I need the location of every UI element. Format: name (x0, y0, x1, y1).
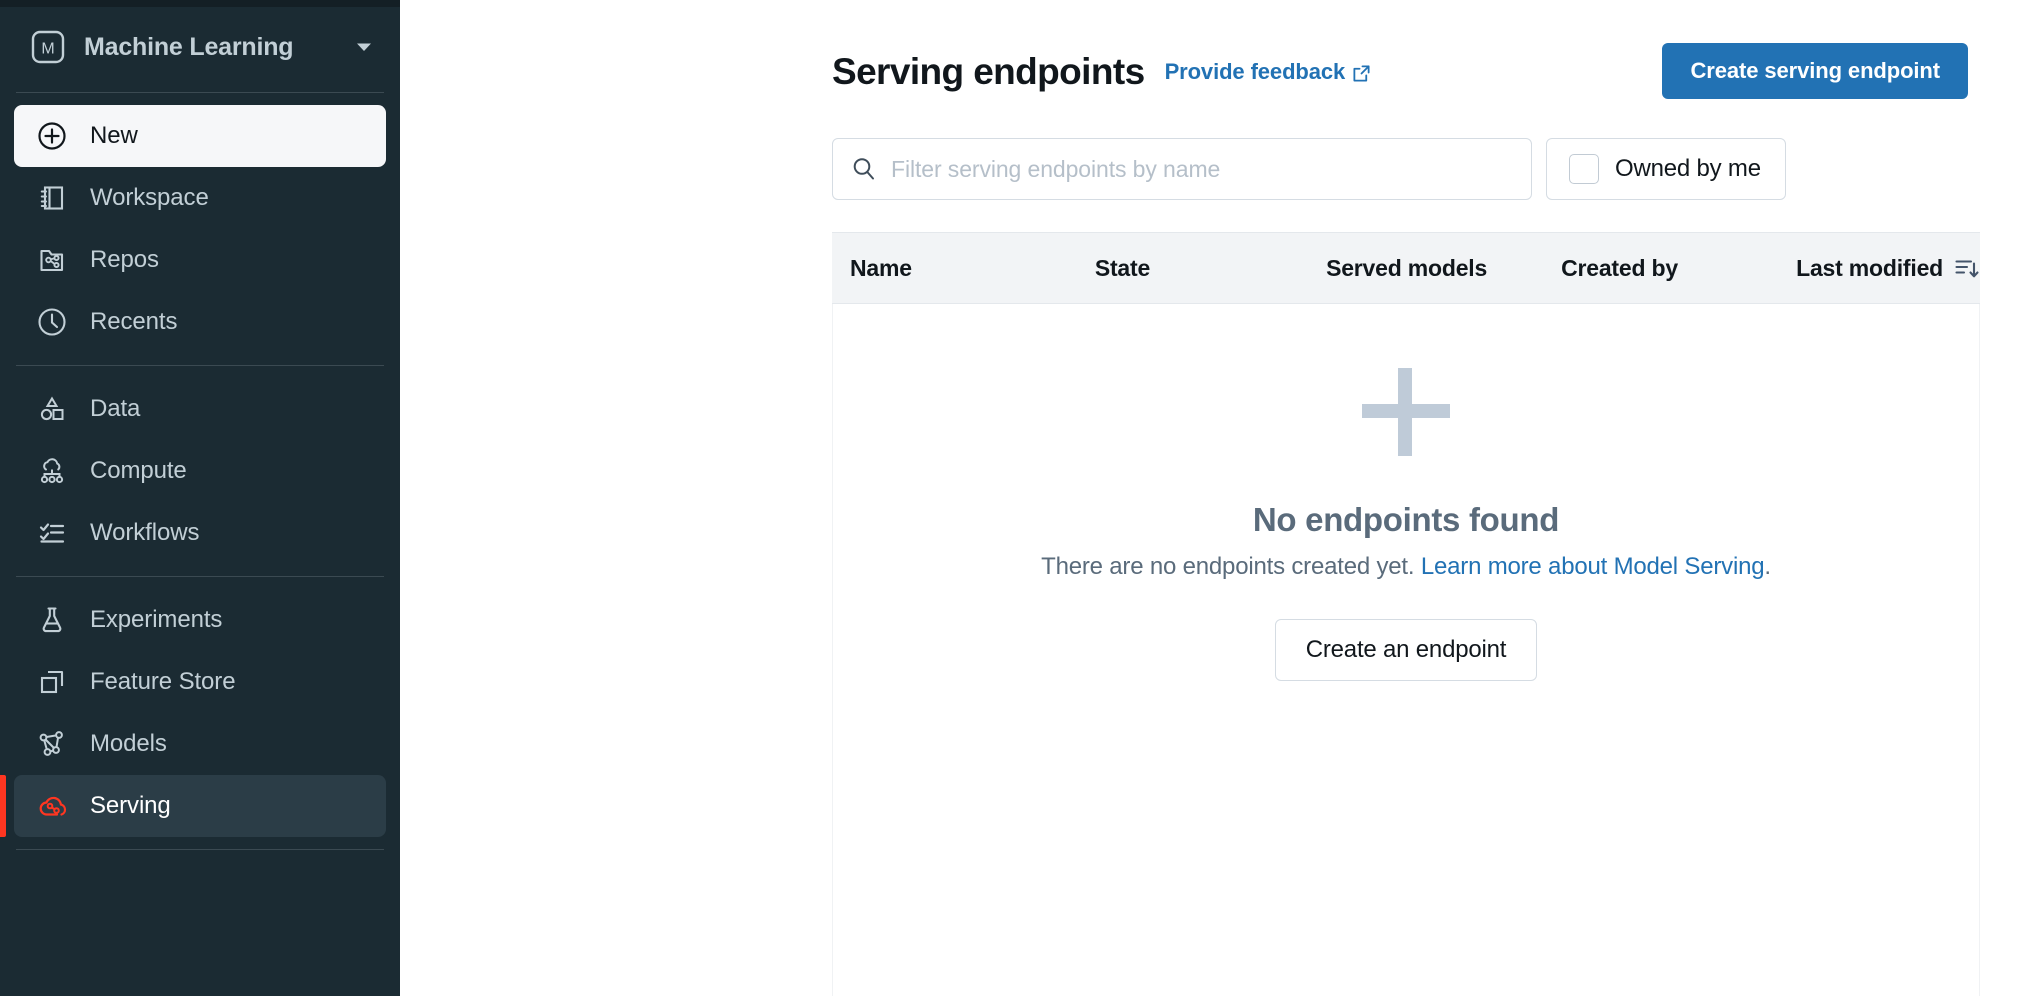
page-title: Serving endpoints (832, 50, 1145, 92)
sidebar-item-label: New (90, 122, 138, 149)
owned-by-me-label: Owned by me (1615, 155, 1761, 182)
large-plus-icon (1350, 356, 1462, 468)
sidebar-item-models[interactable]: Models (14, 713, 386, 775)
provide-feedback-label: Provide feedback (1164, 59, 1346, 84)
sidebar-item-label: Feature Store (90, 668, 236, 695)
sidebar-item-label: Serving (90, 792, 171, 819)
sidebar-item-data[interactable]: Data (14, 378, 386, 440)
flask-icon (36, 604, 68, 636)
external-link-icon (1352, 63, 1371, 82)
data-shapes-icon (36, 393, 68, 425)
sidebar-item-label: Repos (90, 246, 159, 273)
sidebar-item-compute[interactable]: Compute (14, 440, 386, 502)
clock-icon (36, 306, 68, 338)
sidebar-nav: New Workspace Repos Recents Data Compute… (0, 105, 400, 862)
workspace-icon (36, 182, 68, 214)
column-header-state[interactable]: State (1095, 255, 1326, 282)
active-indicator-bar (0, 775, 6, 837)
provide-feedback-link[interactable]: Provide feedback (1165, 59, 1372, 85)
ml-persona-icon: M (30, 29, 66, 65)
workspace-switcher[interactable]: M Machine Learning (14, 14, 386, 80)
repos-icon (36, 244, 68, 276)
learn-more-model-serving-link[interactable]: Learn more about Model Serving (1421, 553, 1765, 580)
compute-icon (36, 455, 68, 487)
sort-descending-icon[interactable] (1954, 255, 1980, 281)
filters-row: Owned by me (832, 138, 1786, 200)
column-header-served-models[interactable]: Served models (1326, 255, 1561, 282)
app-root: M Machine Learning New Workspace Repos R… (0, 0, 2020, 996)
search-icon (851, 156, 877, 182)
sidebar: M Machine Learning New Workspace Repos R… (0, 0, 400, 996)
sidebar-item-label: Workspace (90, 184, 209, 211)
sidebar-top-strip (0, 0, 400, 7)
table-body: No endpoints found There are no endpoint… (832, 304, 1980, 996)
create-serving-endpoint-button[interactable]: Create serving endpoint (1662, 43, 1968, 99)
endpoints-table: Name State Served models Created by Last… (832, 232, 1980, 996)
column-header-created-by[interactable]: Created by (1561, 255, 1796, 282)
sidebar-item-experiments[interactable]: Experiments (14, 589, 386, 651)
workspace-label: Machine Learning (84, 32, 294, 61)
sidebar-divider-bottom (16, 849, 384, 850)
sidebar-item-label: Workflows (90, 519, 200, 546)
layers-icon (36, 666, 68, 698)
model-graph-icon (36, 728, 68, 760)
empty-state-subtitle-suffix: . (1764, 553, 1771, 580)
empty-state-subtitle-text: There are no endpoints created yet. (1041, 553, 1421, 580)
sidebar-item-label: Compute (90, 457, 187, 484)
sidebar-item-workspace[interactable]: Workspace (14, 167, 386, 229)
sidebar-item-label: Recents (90, 308, 178, 335)
sidebar-divider-top (16, 92, 384, 93)
sidebar-item-label: Data (90, 395, 141, 422)
sidebar-item-repos[interactable]: Repos (14, 229, 386, 291)
serving-cloud-icon (36, 790, 68, 822)
column-header-last-modified[interactable]: Last modified (1796, 255, 1980, 282)
column-header-name[interactable]: Name (850, 255, 1095, 282)
sidebar-item-new[interactable]: New (14, 105, 386, 167)
sidebar-divider-mid (16, 365, 384, 366)
chevron-down-icon[interactable] (354, 37, 374, 57)
table-header-row: Name State Served models Created by Last… (832, 232, 1980, 304)
sidebar-divider-ml (16, 576, 384, 577)
sidebar-item-feature-store[interactable]: Feature Store (14, 651, 386, 713)
column-header-last-modified-label: Last modified (1796, 254, 1944, 281)
sidebar-item-recents[interactable]: Recents (14, 291, 386, 353)
sidebar-item-serving[interactable]: Serving (0, 775, 386, 837)
sidebar-item-label: Experiments (90, 606, 223, 633)
plus-circle-icon (36, 120, 68, 152)
search-endpoints-box[interactable] (832, 138, 1532, 200)
checklist-icon (36, 517, 68, 549)
sidebar-item-label: Models (90, 730, 167, 757)
empty-state-subtitle: There are no endpoints created yet. Lear… (1041, 553, 1771, 581)
main-content: Serving endpoints Provide feedback Creat… (400, 0, 2020, 996)
svg-text:M: M (41, 41, 54, 58)
empty-state-title: No endpoints found (1252, 501, 1560, 538)
empty-state: No endpoints found There are no endpoint… (833, 304, 1979, 681)
owned-by-me-checkbox[interactable] (1569, 154, 1599, 184)
create-an-endpoint-button[interactable]: Create an endpoint (1274, 619, 1538, 681)
sidebar-item-workflows[interactable]: Workflows (14, 502, 386, 564)
owned-by-me-filter[interactable]: Owned by me (1546, 138, 1786, 200)
search-input[interactable] (891, 155, 1513, 183)
